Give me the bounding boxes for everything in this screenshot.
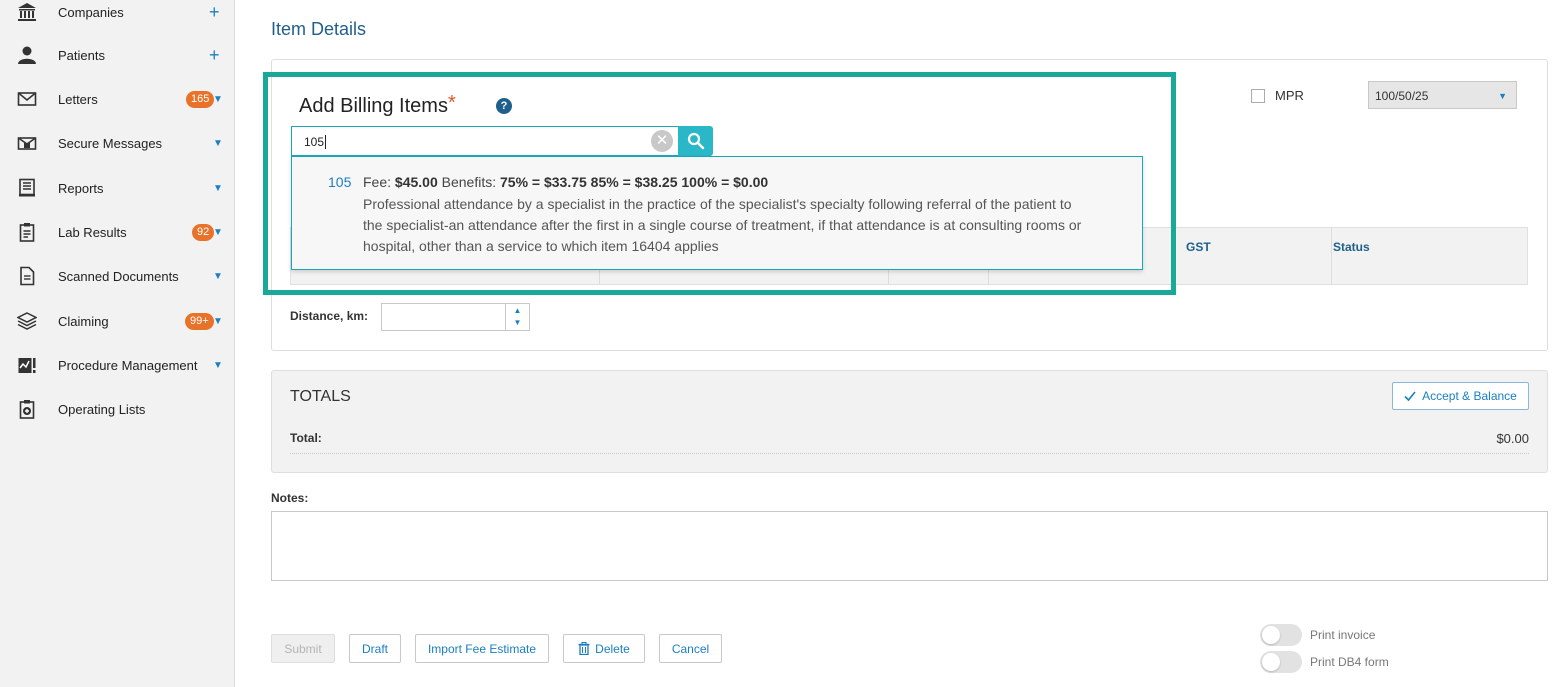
page-title: Item Details [271,19,367,39]
add-company-button[interactable]: + [209,3,220,21]
distance-input[interactable]: ▲ ▼ [381,303,530,331]
notes-label: Notes: [271,491,309,505]
sidebar-item-label: Procedure Management [58,357,198,373]
chevron-down-icon[interactable]: ▼ [213,94,223,105]
bank-icon [17,2,37,22]
accept-balance-label: Accept & Balance [1422,389,1517,403]
fee-label: Fee: [363,174,392,190]
sidebar-item-letters[interactable]: Letters 165 ▼ [0,84,235,114]
document-icon [17,266,37,286]
column-divider [1331,228,1332,284]
sidebar-item-lab-results[interactable]: Lab Results 92 ▼ [0,217,235,247]
mpr-label: MPR [1275,88,1304,103]
totals-panel [271,370,1548,473]
trash-icon [578,642,590,655]
sidebar-item-label: Letters [58,91,98,107]
chevron-down-icon[interactable]: ▼ [213,316,223,327]
sidebar-item-label: Claiming [58,313,109,329]
chart-icon [17,355,37,375]
print-db4-toggle[interactable] [1260,651,1302,673]
check-icon [1404,391,1416,402]
column-header-status[interactable]: Status [1332,240,1370,254]
report-icon [17,178,37,198]
search-value: 105 [304,135,325,149]
total-value: $0.00 [1496,431,1529,446]
sidebar-item-label: Lab Results [58,224,127,240]
select-value: 100/50/25 [1375,89,1429,103]
caret-down-icon: ▼ [1498,91,1507,101]
sidebar-item-companies[interactable]: Companies + [0,0,235,27]
secure-mail-icon [17,133,37,153]
import-fee-estimate-button[interactable]: Import Fee Estimate [415,634,549,663]
chevron-down-icon[interactable]: ▼ [213,360,223,371]
column-header-gst[interactable]: GST [1186,240,1211,254]
help-icon[interactable]: ? [496,98,512,114]
sidebar-item-label: Companies [58,4,124,20]
sidebar-item-claiming[interactable]: Claiming 99+ ▼ [0,306,235,336]
stepper-up-icon[interactable]: ▲ [506,305,529,317]
draft-button[interactable]: Draft [349,634,401,663]
sidebar: Companies + Patients + Letters 165 ▼ Sec… [0,0,235,687]
benefits-value: 75% = $33.75 85% = $38.25 100% = $0.00 [500,174,769,190]
total-label: Total: [290,431,322,445]
claiming-count-badge: 99+ [185,312,214,330]
clipboard-icon [17,222,37,242]
sidebar-item-label: Reports [58,180,104,196]
add-patient-button[interactable]: + [209,46,220,64]
chevron-down-icon[interactable]: ▼ [213,138,223,149]
add-billing-items-title: Add Billing Items [299,95,448,117]
chevron-down-icon[interactable]: ▼ [213,183,223,194]
print-invoice-label: Print invoice [1310,628,1376,642]
distance-stepper[interactable]: ▲ ▼ [505,304,529,330]
fee-value: $45.00 [394,174,438,190]
person-icon [17,45,37,65]
sidebar-item-label: Scanned Documents [58,268,179,284]
cancel-button[interactable]: Cancel [659,634,722,663]
layers-icon [17,311,37,331]
letters-count-badge: 165 [186,90,215,108]
chevron-down-icon[interactable]: ▼ [213,227,223,238]
submit-button[interactable]: Submit [271,634,335,663]
sidebar-item-operating-lists[interactable]: Operating Lists [0,394,235,424]
result-item-fee[interactable]: Fee: $45.00 Benefits: 75% = $33.75 85% =… [363,174,768,190]
sidebar-item-scanned-documents[interactable]: Scanned Documents ▼ [0,261,235,291]
search-results-dropdown: 105 Fee: $45.00 Benefits: 75% = $33.75 8… [291,156,1143,270]
lab-results-count-badge: 92 [192,223,215,241]
sidebar-item-procedure-management[interactable]: Procedure Management ▼ [0,350,235,380]
result-item-code[interactable]: 105 [328,174,351,190]
search-button[interactable] [678,126,713,156]
chevron-down-icon[interactable]: ▼ [213,271,223,282]
search-icon [687,132,704,150]
envelope-icon [17,89,37,109]
total-divider [290,453,1529,454]
sidebar-item-patients[interactable]: Patients + [0,40,235,70]
print-db4-label: Print DB4 form [1310,655,1389,669]
mpr-checkbox[interactable] [1251,89,1265,103]
medical-clipboard-icon [17,399,37,419]
sidebar-item-label: Operating Lists [58,401,146,417]
clear-icon[interactable]: ✕ [651,130,673,152]
sidebar-item-secure-messages[interactable]: Secure Messages ▼ [0,128,235,158]
sidebar-item-reports[interactable]: Reports ▼ [0,173,235,203]
delete-label: Delete [595,641,630,656]
result-item-description[interactable]: Professional attendance by a specialist … [363,194,1083,257]
sidebar-item-label: Patients [58,47,105,63]
benefit-scale-select[interactable]: 100/50/25 ▼ [1368,81,1517,109]
benefits-label: Benefits: [441,174,497,190]
required-marker: * [448,92,456,114]
sidebar-item-label: Secure Messages [58,135,163,151]
distance-label: Distance, km: [290,309,369,323]
accept-balance-button[interactable]: Accept & Balance [1392,382,1529,410]
delete-button[interactable]: Delete [563,634,645,663]
notes-textarea[interactable] [271,511,1548,581]
billing-item-search-input[interactable]: 105 [291,126,679,156]
totals-title: TOTALS [290,388,351,405]
print-invoice-toggle[interactable] [1260,624,1302,646]
stepper-down-icon[interactable]: ▼ [506,317,529,329]
